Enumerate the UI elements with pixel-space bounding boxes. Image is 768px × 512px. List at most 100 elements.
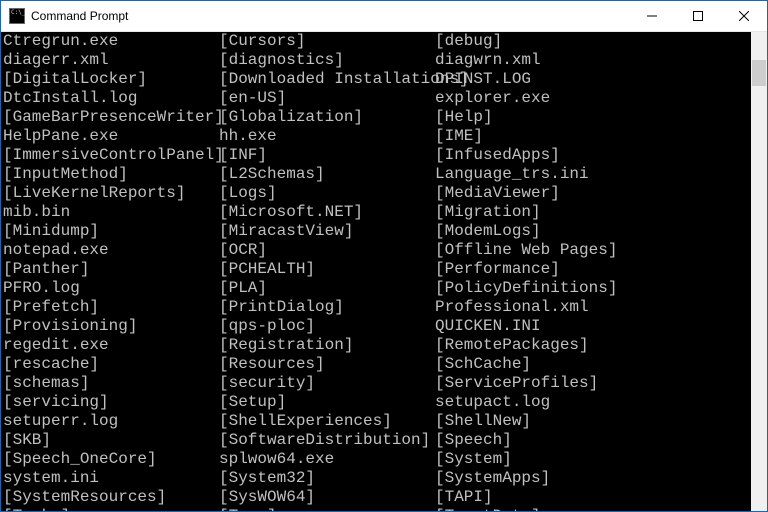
listing-entry: DtcInstall.log (3, 89, 219, 108)
listing-entry: [InfusedApps] (435, 146, 751, 165)
listing-entry: [System] (435, 450, 751, 469)
listing-entry: [MediaViewer] (435, 184, 751, 203)
listing-entry: [ToastData] (435, 507, 751, 511)
listing-entry: [INF] (219, 146, 435, 165)
listing-entry: [qps-ploc] (219, 317, 435, 336)
listing-row: regedit.exe[Registration][RemotePackages… (3, 336, 751, 355)
listing-entry: [SysWOW64] (219, 488, 435, 507)
console-output[interactable]: Ctregrun.exe[Cursors][debug]diagerr.xml[… (1, 32, 751, 511)
listing-entry: [InputMethod] (3, 165, 219, 184)
listing-row: [Provisioning][qps-ploc]QUICKEN.INI (3, 317, 751, 336)
listing-entry: [MiracastView] (219, 222, 435, 241)
listing-entry: [SoftwareDistribution] (219, 431, 435, 450)
listing-entry: QUICKEN.INI (435, 317, 751, 336)
listing-row: [DigitalLocker][Downloaded Installations… (3, 70, 751, 89)
listing-entry: [ImmersiveControlPanel] (3, 146, 219, 165)
listing-entry: [security] (219, 374, 435, 393)
listing-entry: [Offline Web Pages] (435, 241, 751, 260)
listing-entry: [OCR] (219, 241, 435, 260)
close-button[interactable] (721, 1, 767, 31)
listing-entry: [PrintDialog] (219, 298, 435, 317)
listing-entry: Language_trs.ini (435, 165, 751, 184)
listing-entry: hh.exe (219, 127, 435, 146)
listing-row: [SKB][SoftwareDistribution][Speech] (3, 431, 751, 450)
listing-entry: [Microsoft.NET] (219, 203, 435, 222)
listing-entry: [Downloaded Installations] (219, 70, 435, 89)
listing-entry: [Prefetch] (3, 298, 219, 317)
listing-row: [InputMethod][L2Schemas]Language_trs.ini (3, 165, 751, 184)
listing-entry: system.ini (3, 469, 219, 488)
listing-entry: [PLA] (219, 279, 435, 298)
listing-entry: [DigitalLocker] (3, 70, 219, 89)
listing-entry: [TAPI] (435, 488, 751, 507)
listing-entry: [debug] (435, 32, 751, 51)
listing-entry: [SystemApps] (435, 469, 751, 488)
listing-entry: setupact.log (435, 393, 751, 412)
listing-entry: [ModemLogs] (435, 222, 751, 241)
vertical-scrollbar[interactable] (751, 32, 767, 511)
listing-row: [Panther][PCHEALTH][Performance] (3, 260, 751, 279)
titlebar[interactable]: Command Prompt (1, 1, 767, 32)
client-area: Ctregrun.exe[Cursors][debug]diagerr.xml[… (1, 32, 767, 511)
listing-entry: PFRO.log (3, 279, 219, 298)
app-icon (9, 8, 25, 24)
listing-row: [rescache][Resources][SchCache] (3, 355, 751, 374)
listing-entry: diagerr.xml (3, 51, 219, 70)
maximize-button[interactable] (675, 1, 721, 31)
listing-row: [Tasks][Temp][ToastData] (3, 507, 751, 511)
listing-row: [SystemResources][SysWOW64][TAPI] (3, 488, 751, 507)
listing-entry: [Globalization] (219, 108, 435, 127)
listing-entry: [schemas] (3, 374, 219, 393)
listing-entry: [SKB] (3, 431, 219, 450)
listing-row: mib.bin[Microsoft.NET][Migration] (3, 203, 751, 222)
listing-entry: notepad.exe (3, 241, 219, 260)
listing-entry: [GameBarPresenceWriter] (3, 108, 219, 127)
listing-entry: [Provisioning] (3, 317, 219, 336)
listing-entry: [Logs] (219, 184, 435, 203)
listing-entry: [ShellNew] (435, 412, 751, 431)
listing-entry: [Minidump] (3, 222, 219, 241)
listing-row: HelpPane.exehh.exe[IME] (3, 127, 751, 146)
scroll-thumb[interactable] (752, 60, 766, 86)
listing-entry: [SystemResources] (3, 488, 219, 507)
listing-entry: [PolicyDefinitions] (435, 279, 751, 298)
listing-entry: Professional.xml (435, 298, 751, 317)
listing-entry: [L2Schemas] (219, 165, 435, 184)
listing-entry: [Performance] (435, 260, 751, 279)
minimize-button[interactable] (629, 1, 675, 31)
listing-entry: [System32] (219, 469, 435, 488)
listing-row: DtcInstall.log[en-US]explorer.exe (3, 89, 751, 108)
command-prompt-window: Command Prompt Ctregrun.exe[Cursors][deb… (0, 0, 768, 512)
close-icon (739, 11, 749, 21)
listing-row: notepad.exe[OCR][Offline Web Pages] (3, 241, 751, 260)
listing-entry: setuperr.log (3, 412, 219, 431)
listing-entry: [Resources] (219, 355, 435, 374)
listing-entry: [Speech] (435, 431, 751, 450)
listing-entry: [IME] (435, 127, 751, 146)
listing-row: setuperr.log[ShellExperiences][ShellNew] (3, 412, 751, 431)
listing-row: [Speech_OneCore]splwow64.exe[System] (3, 450, 751, 469)
listing-row: [LiveKernelReports][Logs][MediaViewer] (3, 184, 751, 203)
listing-row: [Prefetch][PrintDialog]Professional.xml (3, 298, 751, 317)
listing-entry: [Temp] (219, 507, 435, 511)
listing-row: Ctregrun.exe[Cursors][debug] (3, 32, 751, 51)
maximize-icon (693, 11, 703, 21)
listing-row: [ImmersiveControlPanel][INF][InfusedApps… (3, 146, 751, 165)
listing-entry: [ShellExperiences] (219, 412, 435, 431)
listing-row: diagerr.xml[diagnostics]diagwrn.xml (3, 51, 751, 70)
listing-entry: [SchCache] (435, 355, 751, 374)
listing-entry: [en-US] (219, 89, 435, 108)
listing-row: [schemas][security][ServiceProfiles] (3, 374, 751, 393)
listing-row: [servicing][Setup]setupact.log (3, 393, 751, 412)
listing-entry: splwow64.exe (219, 450, 435, 469)
listing-entry: DPINST.LOG (435, 70, 751, 89)
listing-row: [Minidump][MiracastView][ModemLogs] (3, 222, 751, 241)
listing-entry: [Speech_OneCore] (3, 450, 219, 469)
listing-entry: [servicing] (3, 393, 219, 412)
listing-entry: HelpPane.exe (3, 127, 219, 146)
listing-entry: [diagnostics] (219, 51, 435, 70)
listing-entry: [Registration] (219, 336, 435, 355)
window-title: Command Prompt (31, 9, 128, 23)
listing-row: PFRO.log[PLA][PolicyDefinitions] (3, 279, 751, 298)
listing-entry: Ctregrun.exe (3, 32, 219, 51)
